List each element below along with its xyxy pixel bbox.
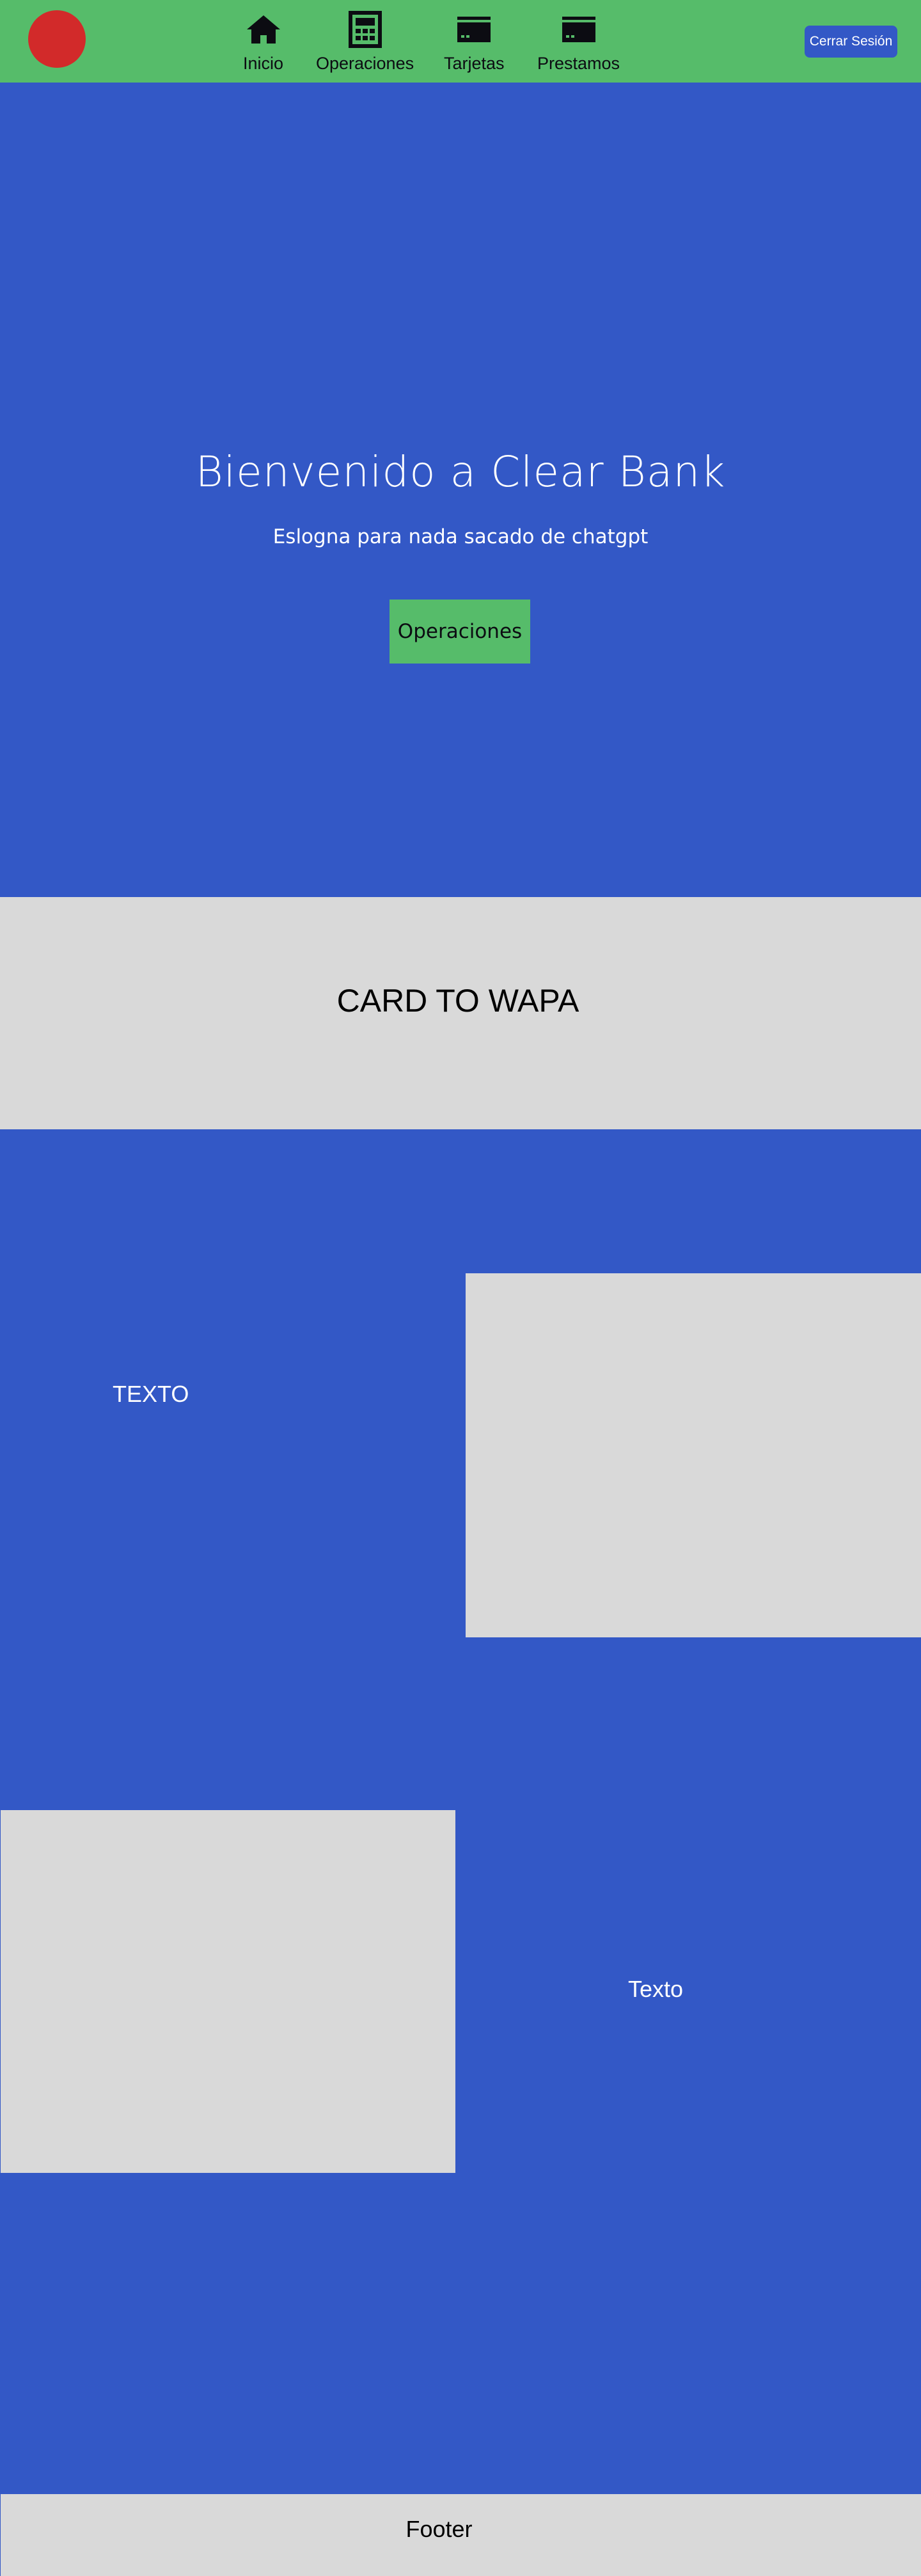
logo[interactable] (28, 10, 86, 68)
top-navbar: Inicio Operaciones Tarjetas Prestamos Ce… (0, 0, 921, 83)
credit-card-icon (457, 10, 491, 49)
nav-label: Operaciones (316, 54, 414, 73)
footer-text: Footer (405, 2516, 473, 2542)
credit-card-icon (562, 10, 595, 49)
nav-label: Prestamos (537, 54, 620, 73)
card-text: CARD TO WAPA (336, 982, 579, 1019)
card-banner: CARD TO WAPA (0, 897, 921, 1129)
nav-item-prestamos[interactable]: Prestamos (537, 10, 620, 73)
nav-item-tarjetas[interactable]: Tarjetas (444, 10, 505, 73)
nav-item-operaciones[interactable]: Operaciones (316, 10, 414, 73)
nav-label: Tarjetas (444, 54, 505, 73)
hero-title: Bienvenido a Clear Bank (195, 447, 726, 497)
image-placeholder-2 (0, 1809, 456, 2174)
calculator-icon (348, 10, 382, 49)
feature-text-2: Texto (628, 1976, 684, 2002)
image-placeholder-1 (466, 1273, 921, 1637)
home-icon (246, 10, 280, 49)
hero-subtitle: Eslogna para nada sacado de chatgpt (272, 525, 649, 548)
nav-item-inicio[interactable]: Inicio (243, 10, 283, 73)
operaciones-button[interactable]: Operaciones (390, 600, 530, 664)
feature-text-1: TEXTO (113, 1381, 189, 1407)
hero-section: Bienvenido a Clear Bank Eslogna para nad… (0, 83, 921, 897)
footer: Footer (0, 2494, 921, 2576)
nav-label: Inicio (243, 54, 284, 73)
logout-button[interactable]: Cerrar Sesión (805, 26, 897, 58)
